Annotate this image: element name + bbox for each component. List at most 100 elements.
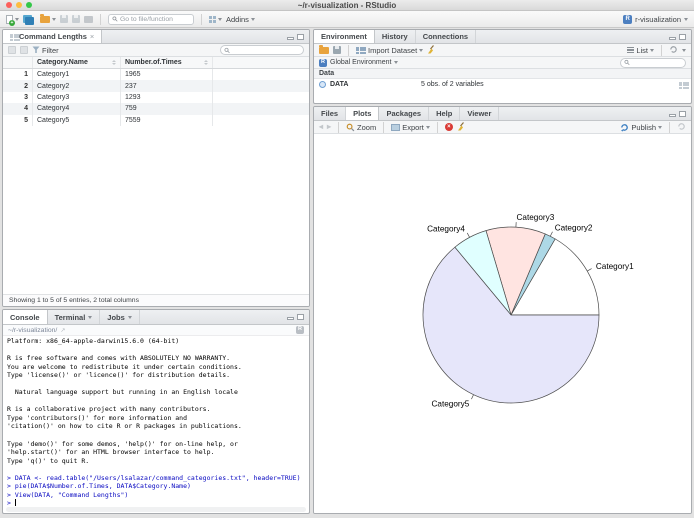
new-project-button[interactable]: [23, 15, 34, 25]
text-cursor: [14, 499, 16, 507]
tab-terminal[interactable]: Terminal: [48, 310, 101, 324]
console-output-line: 'help.start()' for an HTML browser inter…: [7, 448, 215, 457]
working-directory[interactable]: ~/r-visualization/: [8, 327, 57, 334]
tab-environment[interactable]: Environment: [314, 30, 375, 43]
view-table-icon[interactable]: [679, 81, 689, 89]
data-grid: Category.Name Number.of.Times 1 Category1 19…: [3, 57, 309, 126]
remove-plot-button[interactable]: ×: [444, 123, 453, 131]
import-dataset-button[interactable]: Import Dataset: [356, 46, 424, 55]
open-file-button[interactable]: [40, 13, 56, 23]
console-output-line: Platform: x86_64-apple-darwin15.6.0 (64-…: [7, 337, 180, 345]
refresh-view-button[interactable]: [20, 46, 28, 54]
save-button[interactable]: [60, 15, 68, 23]
filter-button[interactable]: Filter: [32, 46, 59, 55]
list-view-button[interactable]: List: [627, 46, 654, 55]
tab-label: Files: [321, 109, 339, 118]
table-cell: Category3: [33, 91, 121, 104]
zoom-plot-button[interactable]: Zoom: [346, 123, 376, 132]
titlebar: ~/r-visualization - RStudio: [0, 0, 694, 11]
environment-scope[interactable]: Global Environment: [330, 59, 391, 66]
previous-plot-button[interactable]: ◂: [319, 123, 323, 131]
column-header[interactable]: Category.Name: [33, 57, 121, 68]
row-number-cell: 1: [3, 69, 33, 81]
table-cell: 1293: [121, 91, 213, 104]
print-button[interactable]: [84, 15, 93, 23]
tab-label: Command Lengths: [19, 32, 87, 41]
search-icon: [224, 47, 230, 53]
console-output-line: Type 'q()' to quit R.: [7, 456, 90, 465]
table-search-input[interactable]: [232, 46, 300, 54]
maximize-panel-button[interactable]: [297, 33, 304, 40]
new-file-button[interactable]: [6, 14, 19, 26]
minimize-panel-button[interactable]: [669, 36, 676, 40]
table-cell: Category2: [33, 80, 121, 92]
console-panel: Console Terminal Jobs ~/r-visualization/ ↗…: [2, 309, 310, 514]
tab-jobs[interactable]: Jobs: [100, 310, 140, 324]
close-tab-icon[interactable]: ×: [90, 32, 94, 41]
tab-plots[interactable]: Plots: [346, 107, 380, 120]
table-status-bar: Showing 1 to 5 of 5 entries, 2 total col…: [3, 294, 309, 306]
view-back-button[interactable]: [8, 46, 16, 54]
maximize-panel-button[interactable]: [679, 33, 686, 40]
environment-search-input[interactable]: [632, 59, 682, 66]
tab-command-lengths[interactable]: Command Lengths ×: [3, 30, 103, 43]
tab-label: Console: [10, 312, 40, 322]
console-output[interactable]: Platform: x86_64-apple-darwin15.6.0 (64-…: [3, 336, 309, 509]
console-command-line: > View(DATA, "Command Lengths"): [7, 490, 129, 499]
object-name: DATA: [330, 81, 349, 88]
row-number-header[interactable]: [3, 57, 33, 68]
maximize-panel-button[interactable]: [297, 314, 304, 320]
pane-layout-button[interactable]: [209, 15, 222, 23]
tab-label: Packages: [386, 109, 422, 118]
chevron-down-icon[interactable]: [127, 315, 132, 319]
path-arrow-icon[interactable]: ↗: [60, 327, 65, 334]
minimize-panel-button[interactable]: [287, 317, 294, 320]
environment-object-row[interactable]: DATA 5 obs. of 2 variables: [314, 79, 691, 90]
pie-label: Category4: [427, 225, 465, 234]
table-row: 4 Category4 759: [3, 103, 309, 115]
goto-file-input[interactable]: [120, 15, 190, 23]
tab-files[interactable]: Files: [314, 107, 347, 120]
broom-icon: [457, 122, 464, 131]
save-workspace-icon[interactable]: [333, 46, 341, 54]
load-workspace-icon[interactable]: [319, 44, 329, 54]
project-selector[interactable]: R r-visualization: [623, 14, 688, 24]
tab-console[interactable]: Console: [3, 310, 48, 324]
refresh-icon: [670, 46, 677, 53]
table-row: 5 Category5 7559: [3, 114, 309, 126]
table-row: 3 Category3 1293: [3, 91, 309, 104]
console-command-line: > pie(DATA$Number.of.Times, DATA$Categor…: [7, 482, 191, 491]
table-search-box[interactable]: [220, 45, 304, 55]
tab-help[interactable]: Help: [429, 107, 461, 120]
save-all-button[interactable]: [72, 15, 80, 23]
tab-packages[interactable]: Packages: [379, 107, 430, 120]
broom-icon: [428, 45, 435, 54]
environment-search-box[interactable]: [620, 57, 686, 68]
console-output-line: R is free software and comes with ABSOLU…: [7, 354, 231, 363]
tab-connections[interactable]: Connections: [416, 30, 477, 43]
column-header-label: Number.of.Times: [125, 59, 182, 66]
minimize-panel-button[interactable]: [669, 113, 676, 117]
tab-viewer[interactable]: Viewer: [460, 107, 500, 120]
publish-button[interactable]: Publish: [620, 123, 662, 132]
pie-chart: Category1 Category2Category3 Category4 Cate…: [422, 213, 634, 409]
console-hscrollbar[interactable]: [6, 507, 306, 512]
minimize-panel-button[interactable]: [287, 36, 294, 40]
table-cell: Category4: [33, 103, 121, 115]
table-cell: 759: [121, 103, 213, 115]
chevron-down-icon[interactable]: [88, 315, 93, 319]
data-table-icon: [10, 33, 20, 41]
goto-file-box[interactable]: [108, 13, 194, 25]
console-command-line: > DATA <- read.table("/Users/lsalazar/co…: [7, 473, 301, 482]
row-number-cell: 3: [3, 91, 33, 104]
maximize-panel-button[interactable]: [679, 110, 686, 117]
column-header[interactable]: Number.of.Times: [121, 57, 213, 68]
export-plot-button[interactable]: Export: [391, 123, 430, 132]
row-number-cell: 4: [3, 103, 33, 115]
next-plot-button[interactable]: ▸: [327, 123, 331, 131]
tab-history[interactable]: History: [375, 30, 416, 43]
console-output-line: Natural language support but running in …: [7, 388, 238, 397]
addins-button[interactable]: Addins: [226, 15, 255, 24]
